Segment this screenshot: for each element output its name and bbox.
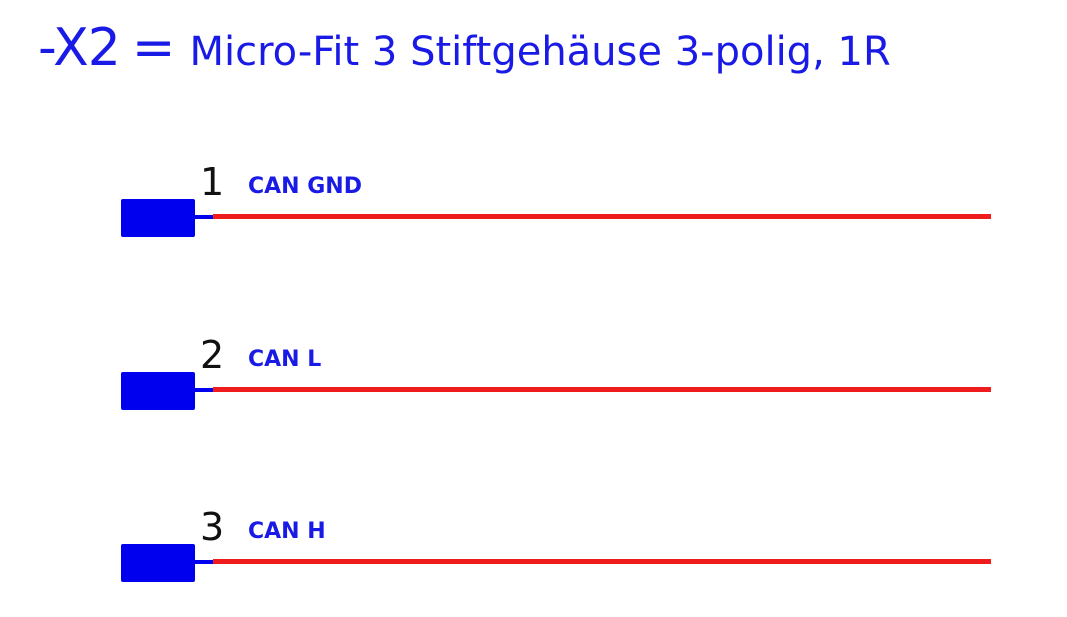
wire-line[interactable]	[213, 559, 991, 564]
pin-number: 2	[200, 333, 225, 377]
pin-row-2[interactable]: 2 CAN L	[0, 336, 1067, 426]
pin-signal-label: CAN H	[248, 519, 326, 544]
connector-description: Micro-Fit 3 Stiftgehäuse 3-polig, 1R	[189, 29, 891, 75]
pin-number: 1	[200, 160, 225, 204]
connector-designator: -X2	[38, 18, 121, 78]
pin-stub	[195, 388, 213, 392]
pin-signal-label: CAN L	[248, 347, 322, 372]
connector-title: -X2 = Micro-Fit 3 Stiftgehäuse 3-polig, …	[38, 18, 891, 78]
pin-terminal[interactable]	[121, 199, 195, 237]
pin-terminal[interactable]	[121, 372, 195, 410]
pin-number: 3	[200, 505, 225, 549]
pin-signal-label: CAN GND	[248, 174, 362, 199]
wire-line[interactable]	[213, 214, 991, 219]
equals-sign: =	[131, 18, 176, 78]
pin-terminal[interactable]	[121, 544, 195, 582]
pin-stub	[195, 215, 213, 219]
pin-row-1[interactable]: 1 CAN GND	[0, 163, 1067, 253]
pin-row-3[interactable]: 3 CAN H	[0, 508, 1067, 598]
pin-stub	[195, 560, 213, 564]
wire-line[interactable]	[213, 387, 991, 392]
